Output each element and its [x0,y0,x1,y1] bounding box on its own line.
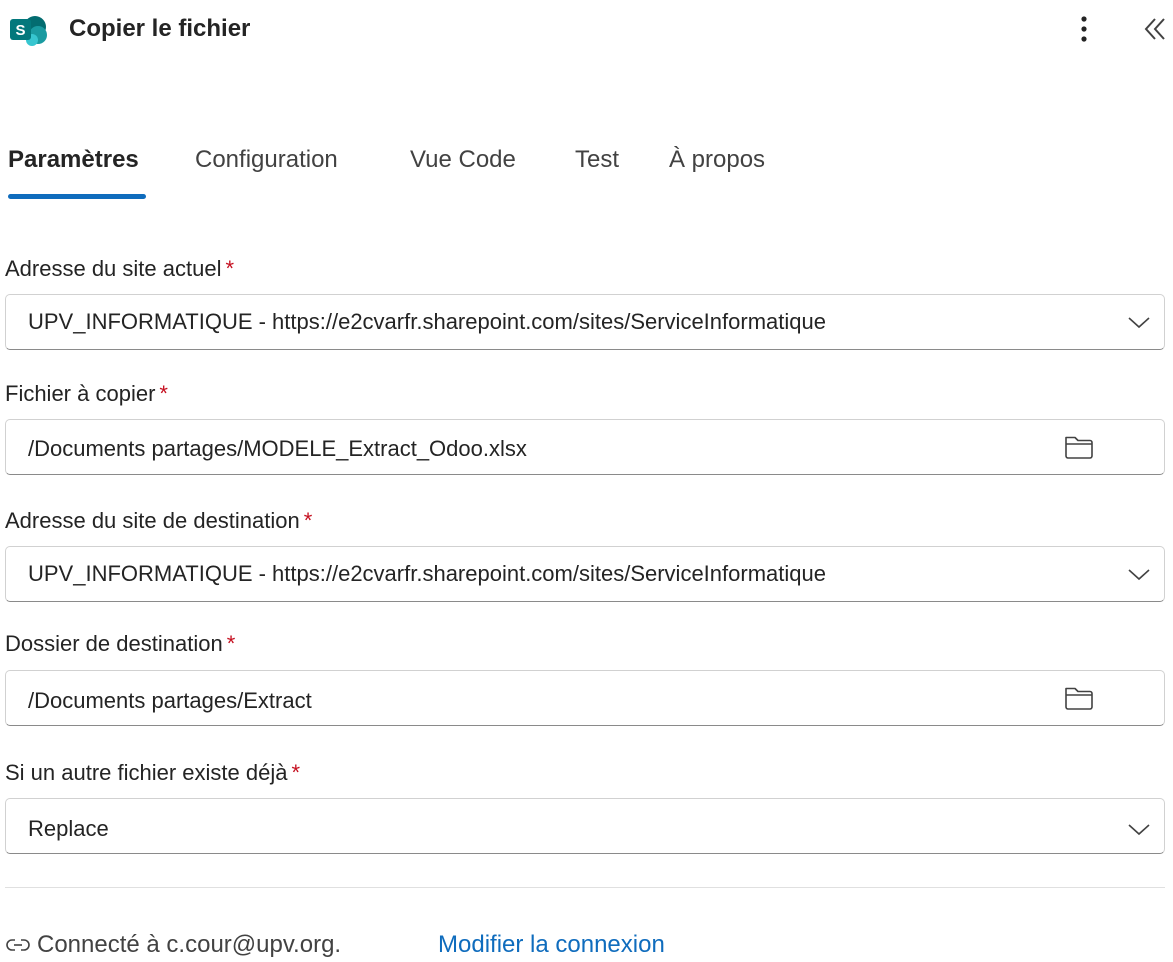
file-to-copy-value: /Documents partages/MODELE_Extract_Odoo.… [28,436,527,461]
destination-site-dropdown[interactable]: UPV_INFORMATIQUE - https://e2cvarfr.shar… [5,546,1165,602]
folder-icon[interactable] [1063,684,1095,712]
tab-configuration[interactable]: Configuration [195,146,338,174]
file-to-copy-label: Fichier à copier * [5,381,168,407]
if-exists-value: Replace [28,816,109,841]
destination-folder-label-text: Dossier de destination [5,631,223,656]
folder-icon[interactable] [1063,433,1095,461]
destination-folder-label: Dossier de destination * [5,631,235,657]
required-marker: * [159,381,168,406]
chevron-down-icon [1128,824,1150,836]
file-to-copy-label-text: Fichier à copier [5,381,156,406]
destination-site-label-text: Adresse du site de destination [5,508,300,533]
tab-parametres[interactable]: Paramètres [8,146,139,174]
link-icon [6,939,30,951]
required-marker: * [303,508,313,533]
action-panel: S Copier le fichier Paramètres Configura… [0,0,1173,962]
destination-folder-value: /Documents partages/Extract [28,688,312,713]
current-site-dropdown[interactable]: UPV_INFORMATIQUE - https://e2cvarfr.shar… [5,294,1165,350]
divider [5,887,1165,888]
chevron-down-icon [1128,569,1150,581]
connected-account-text: Connecté à c.cour@upv.org. [37,931,342,958]
more-vertical-icon [1081,16,1087,42]
tab-test[interactable]: Test [575,146,619,174]
connection-info: Connecté à c.cour@upv.org. Modifier la c… [6,930,1166,960]
if-exists-dropdown[interactable]: Replace [5,798,1165,854]
more-options-button[interactable] [1070,12,1098,46]
if-exists-label-text: Si un autre fichier existe déjà [5,760,288,785]
modify-connection-link[interactable]: Modifier la connexion [438,931,665,959]
panel-title: Copier le fichier [69,15,251,42]
required-marker: * [291,760,301,785]
sharepoint-icon: S [10,16,47,46]
active-tab-indicator [8,194,146,199]
destination-site-value: UPV_INFORMATIQUE - https://e2cvarfr.shar… [28,561,826,586]
destination-folder-input[interactable]: /Documents partages/Extract [5,670,1165,726]
current-site-label-text: Adresse du site actuel [5,256,222,281]
tab-bar: Paramètres Configuration Vue Code Test À… [0,138,1173,202]
current-site-label: Adresse du site actuel * [5,256,234,282]
if-exists-label: Si un autre fichier existe déjà * [5,760,300,786]
tab-a-propos[interactable]: À propos [669,146,765,174]
destination-site-label: Adresse du site de destination * [5,508,312,534]
required-marker: * [225,256,235,281]
required-marker: * [226,631,236,656]
collapse-panel-button[interactable] [1140,12,1170,46]
chevron-double-left-icon [1144,18,1165,40]
chevron-down-icon [1128,317,1150,329]
current-site-value: UPV_INFORMATIQUE - https://e2cvarfr.shar… [28,309,826,334]
tab-vue-code[interactable]: Vue Code [410,146,516,174]
panel-header: S Copier le fichier [0,0,1173,60]
file-to-copy-input[interactable]: /Documents partages/MODELE_Extract_Odoo.… [5,419,1165,475]
svg-text:S: S [15,22,25,39]
